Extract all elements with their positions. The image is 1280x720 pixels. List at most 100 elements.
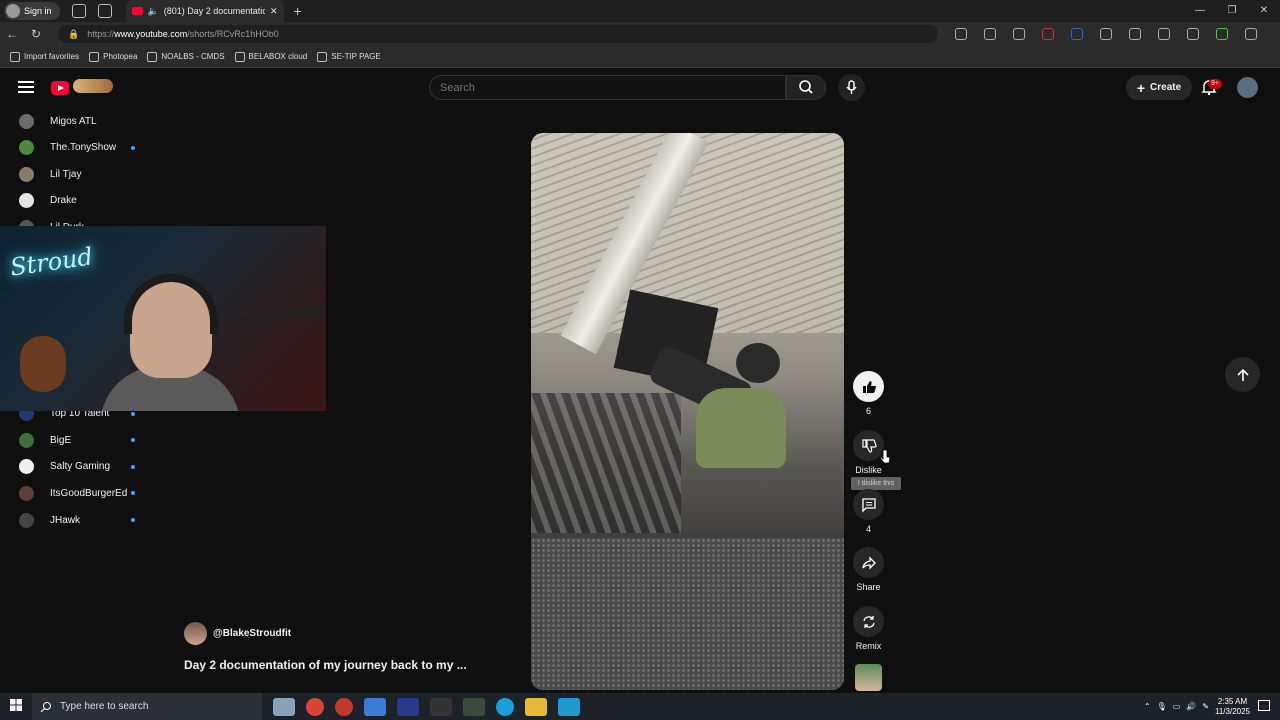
signin-button[interactable]: Sign in [4,2,60,20]
volume-icon[interactable]: 🔊 [1186,702,1196,711]
subscription-item[interactable]: Migos ATL [0,108,160,134]
arrow-up-icon [1236,368,1249,381]
comments-button[interactable] [853,489,884,520]
split-screen-icon[interactable] [1129,28,1141,40]
store-icon[interactable] [364,697,386,716]
short-channel[interactable]: @BlakeStroudfit [184,622,291,645]
short-video-player[interactable] [531,133,844,690]
remix-action: Remix [853,606,884,651]
favorites-icon[interactable] [1158,28,1170,40]
edge-icon[interactable] [496,697,514,716]
workspaces-icon[interactable] [71,4,86,18]
tray-expand-icon[interactable]: ⌃ [1144,702,1151,711]
obs-icon[interactable] [335,697,353,716]
create-label: Create [1150,82,1182,93]
subscription-label: Migos ATL [50,115,97,127]
speaker-icon[interactable]: 🔈 [148,6,159,17]
tab-title: (801) Day 2 documentation [163,6,265,16]
streamlabs-icon[interactable] [558,697,580,716]
url-field[interactable]: 🔒 https://www.youtube.com/shorts/RCvRc1h… [58,25,938,43]
search-icon [40,701,51,712]
windows-taskbar: Type here to search ⌃ 🎙 ▭ 🔊 ✎ 2:35 AM 11… [0,693,1280,720]
taskbar-search-placeholder: Type here to search [60,701,149,712]
taskbar-search[interactable]: Type here to search [32,693,262,720]
person-torso [696,388,786,468]
close-tab-icon[interactable]: ✕ [270,6,278,17]
new-content-dot [131,145,135,150]
channel-avatar[interactable] [184,622,207,645]
favorite-import[interactable]: Import favorites [10,51,79,62]
remix-icon [862,615,875,628]
clock[interactable]: 2:35 AM 11/3/2025 [1215,697,1250,717]
youtube-header: + Create [0,69,1280,107]
collections-icon[interactable] [1187,28,1199,40]
task-view-icon[interactable] [273,697,295,716]
youtube-logo[interactable] [51,79,113,97]
favorite-noalbs[interactable]: NOALBS - CMDS [147,51,225,62]
favorite-belabox[interactable]: BELABOX cloud [234,51,307,62]
favorite-photopea[interactable]: Photopea [89,51,137,62]
thumbs-down-icon [861,438,877,453]
favorites-bar: Import favorites Photopea NOALBS - CMDS … [0,46,1280,68]
subscription-item[interactable]: The.TonyShow [0,135,160,161]
maximize-icon[interactable]: ❐ [1216,0,1248,22]
app-available-icon[interactable] [955,28,967,40]
hamburger-menu-icon[interactable] [18,81,34,93]
windows-start-icon[interactable] [0,698,32,716]
tip-icon [317,51,328,62]
favorite-star-icon[interactable] [1013,28,1025,40]
chrome-icon[interactable] [306,697,324,716]
headset [124,274,218,334]
back-icon[interactable]: ← [0,27,24,41]
network-icon[interactable]: ▭ [1173,702,1181,711]
subscription-item[interactable]: ItsGoodBurgerEd [0,480,160,506]
extension-icon[interactable] [1042,28,1054,40]
mouse-cursor-icon [879,449,891,464]
remix-button[interactable] [853,606,884,637]
pen-icon[interactable]: ✎ [1202,702,1209,711]
subscription-item[interactable]: Lil Tjay [0,161,160,187]
extensions-icon[interactable] [1100,28,1112,40]
notification-center-icon[interactable] [1258,700,1270,711]
file-explorer-icon[interactable] [525,697,547,716]
youtube-favicon-icon [131,7,143,15]
new-tab-icon[interactable]: + [294,3,302,19]
channel-avatar [19,485,34,501]
xbox-icon[interactable] [463,697,485,716]
subscription-item[interactable]: BigE [0,427,160,453]
channel-avatar [19,166,34,182]
share-arrow-icon [861,555,876,570]
epic-games-icon[interactable] [430,697,452,716]
tab-actions-icon[interactable] [97,4,112,18]
user-avatar[interactable] [1237,77,1258,98]
sound-thumbnail[interactable] [855,664,882,691]
microphone-tray-icon[interactable]: 🎙 [1157,702,1167,711]
subscription-label: Salty Gaming [50,461,111,473]
refresh-icon[interactable]: ↻ [24,27,48,41]
minimize-icon[interactable]: — [1184,0,1216,22]
browser-essentials-icon[interactable] [1216,28,1228,40]
channel-avatar [19,140,34,156]
create-button[interactable]: + Create [1126,75,1192,100]
read-aloud-icon[interactable] [984,28,996,40]
search-button[interactable] [786,75,826,100]
channel-avatar [19,512,34,528]
extension-icon[interactable] [1071,28,1083,40]
browser-tabbar: Sign in 🔈 (801) Day 2 documentation ✕ + … [0,0,1280,22]
n-app-icon[interactable] [397,697,419,716]
settings-more-icon[interactable] [1245,28,1257,40]
subscription-item[interactable]: Drake [0,188,160,214]
channel-handle[interactable]: @BlakeStroudfit [213,628,291,639]
github-icon [147,51,158,62]
favorite-se-tip[interactable]: SE-TIP PAGE [317,51,381,62]
comments-action: 4 [853,489,884,534]
like-button[interactable] [853,371,884,402]
voice-search-button[interactable] [838,74,865,101]
subscription-item[interactable]: Salty Gaming [0,454,160,480]
close-window-icon[interactable]: ✕ [1248,0,1280,22]
previous-short-button[interactable] [1225,357,1260,392]
tab-youtube[interactable]: 🔈 (801) Day 2 documentation ✕ [125,0,284,22]
subscription-item[interactable]: JHawk [0,507,160,533]
search-input[interactable] [429,75,786,100]
share-button[interactable] [853,547,884,578]
